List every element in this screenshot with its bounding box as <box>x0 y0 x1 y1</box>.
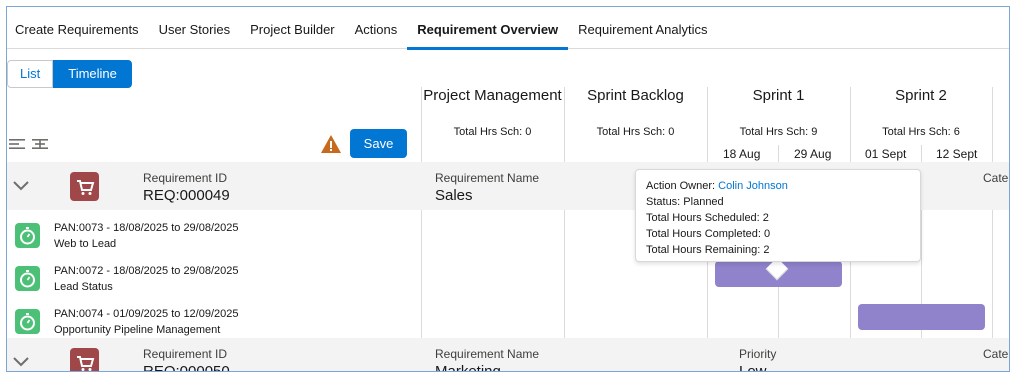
tab-requirement-overview[interactable]: Requirement Overview <box>407 7 569 50</box>
action-title: PAN:0073 - 18/08/2025 to 29/08/2025 <box>54 222 239 234</box>
sprint-date-label: 12 Sept <box>936 147 978 161</box>
requirement-id-label: Requirement ID <box>143 171 228 185</box>
tooltip-hours-remaining: Total Hours Remaining: 2 <box>646 244 770 256</box>
timeline-view-button[interactable]: Timeline <box>53 60 132 88</box>
tooltip-owner-line: Action Owner: Colin Johnson <box>646 178 910 194</box>
requirement-row[interactable]: Requirement ID REQ:000050 Requirement Na… <box>7 338 1009 372</box>
tab-requirement-analytics[interactable]: Requirement Analytics <box>568 7 717 49</box>
week-divider <box>921 145 922 162</box>
cart-icon <box>70 348 99 371</box>
requirement-name-label: Requirement Name <box>435 171 540 185</box>
tooltip-status: Status: Planned <box>646 196 724 208</box>
collapse-all-icon[interactable] <box>9 137 27 151</box>
column-total-hours: Total Hrs Sch: 0 <box>596 126 675 138</box>
tooltip-hours-scheduled: Total Hours Scheduled: 2 <box>646 212 769 224</box>
tab-project-builder[interactable]: Project Builder <box>240 7 345 49</box>
priority-value: Low <box>739 363 767 372</box>
expand-all-icon[interactable] <box>32 137 50 151</box>
requirement-name-label: Requirement Name <box>435 347 540 361</box>
sprint-date-label: 18 Aug <box>723 147 761 161</box>
requirement-id-value: REQ:000050 <box>143 363 230 372</box>
action-name[interactable]: Lead Status <box>54 281 113 293</box>
action-name[interactable]: Web to Lead <box>54 238 116 250</box>
requirement-name-value: Marketing <box>435 363 501 372</box>
tab-create-requirements[interactable]: Create Requirements <box>7 7 149 49</box>
column-header-sprint-1: Sprint 1 Total Hrs Sch: 9 <box>707 87 850 138</box>
requirement-name-value: Sales <box>435 187 473 204</box>
stopwatch-icon <box>15 266 40 291</box>
action-title: PAN:0072 - 18/08/2025 to 29/08/2025 <box>54 265 239 277</box>
action-owner-link[interactable]: Colin Johnson <box>718 180 788 192</box>
tab-bar: Create Requirements User Stories Project… <box>7 7 1009 50</box>
category-label: Cate <box>983 347 1009 361</box>
column-divider <box>421 210 422 338</box>
priority-label: Priority <box>739 347 777 361</box>
tooltip-owner-label: Action Owner: <box>646 180 719 192</box>
tab-user-stories[interactable]: User Stories <box>149 7 241 49</box>
column-title: Sprint 1 <box>752 87 805 104</box>
requirement-id-value: REQ:000049 <box>143 187 230 204</box>
requirement-id-label: Requirement ID <box>143 347 228 361</box>
column-header-sprint-backlog: Sprint Backlog Total Hrs Sch: 0 <box>564 87 707 138</box>
column-header-project-management: Project Management Total Hrs Sch: 0 <box>421 87 564 138</box>
column-total-hours: Total Hrs Sch: 9 <box>739 126 818 138</box>
column-divider <box>992 87 993 162</box>
tooltip-hours-completed: Total Hours Completed: 0 <box>646 228 771 240</box>
requirement-overview-panel: Create Requirements User Stories Project… <box>6 6 1010 372</box>
sprint-date-label: 01 Sept <box>865 147 907 161</box>
timeline-bar-opportunity-pipeline[interactable] <box>858 304 985 330</box>
stopwatch-icon <box>15 309 40 334</box>
sprint-date-label: 29 Aug <box>794 147 832 161</box>
tab-actions[interactable]: Actions <box>345 7 408 49</box>
stopwatch-icon <box>15 223 40 248</box>
action-tooltip: Action Owner: Colin Johnson Status: Plan… <box>635 169 921 262</box>
chevron-down-icon[interactable] <box>12 356 30 368</box>
week-divider <box>778 145 779 162</box>
save-button[interactable]: Save <box>350 129 407 158</box>
list-view-button[interactable]: List <box>7 60 54 88</box>
action-title: PAN:0074 - 01/09/2025 to 12/09/2025 <box>54 308 239 320</box>
chevron-down-icon[interactable] <box>12 180 30 192</box>
column-title: Project Management <box>423 87 562 104</box>
warning-icon <box>321 135 341 153</box>
column-title: Sprint Backlog <box>587 87 684 104</box>
column-total-hours: Total Hrs Sch: 6 <box>882 126 960 138</box>
cart-icon <box>70 172 99 201</box>
column-divider <box>992 210 993 338</box>
view-toggle: List Timeline <box>7 60 132 88</box>
column-divider <box>564 210 565 338</box>
column-title: Sprint 2 <box>895 87 947 104</box>
category-label: Cate <box>983 171 1009 185</box>
column-header-sprint-2: Sprint 2 Total Hrs Sch: 6 <box>850 87 992 138</box>
column-total-hours: Total Hrs Sch: 0 <box>453 126 532 138</box>
action-name[interactable]: Opportunity Pipeline Management <box>54 324 220 336</box>
